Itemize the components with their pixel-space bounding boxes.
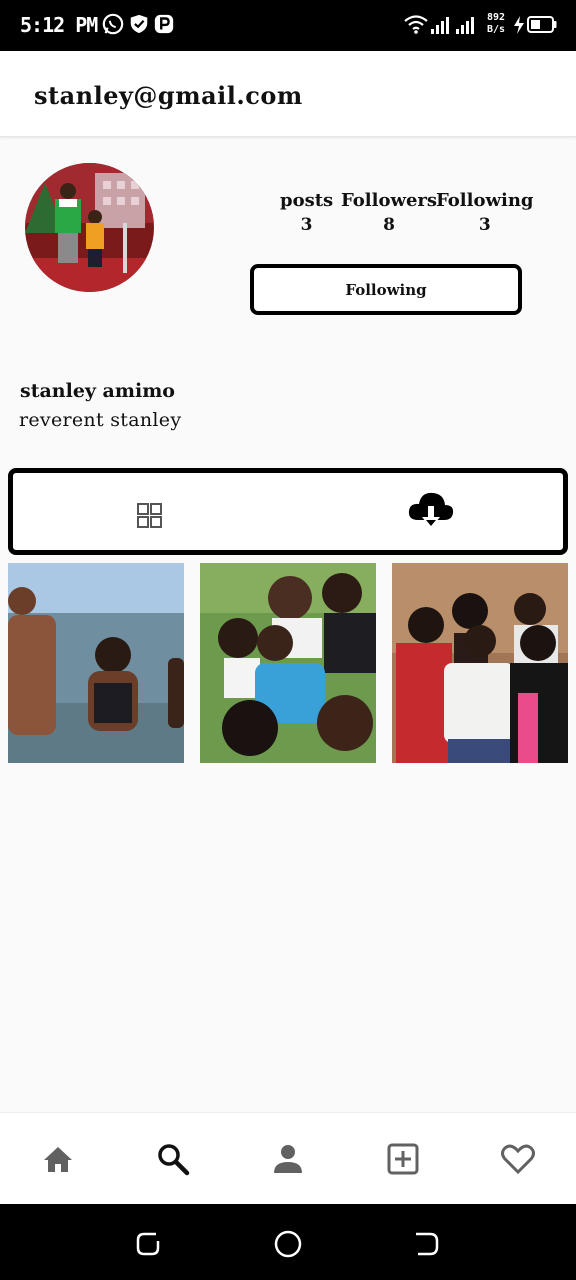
avatar-photo — [25, 163, 154, 292]
stat-followers[interactable]: Followers 8 — [341, 190, 437, 238]
home-icon[interactable] — [40, 1141, 76, 1177]
family-photo — [392, 563, 568, 763]
status-time: 5:12 PM — [20, 13, 98, 37]
person-icon[interactable] — [270, 1141, 306, 1177]
stat-following[interactable]: Following 3 — [436, 190, 534, 238]
search-icon[interactable] — [155, 1141, 191, 1177]
stat-posts[interactable]: posts 3 — [280, 190, 333, 238]
signal-icon — [456, 17, 474, 34]
home-circle-icon[interactable] — [273, 1229, 303, 1259]
profile-bio: reverent stanley — [19, 409, 182, 431]
whatsapp-icon — [102, 13, 124, 35]
speed-value: 892 — [486, 12, 506, 23]
battery-icon — [527, 16, 557, 33]
wifi-icon — [404, 15, 428, 34]
post-thumbnail[interactable] — [392, 563, 568, 763]
following-button[interactable]: Following — [250, 264, 522, 315]
post-thumbnail[interactable] — [200, 563, 376, 763]
beach-photo — [8, 563, 184, 763]
status-bar: 5:12 PM 892 B/s — [0, 0, 576, 51]
profile-tabs — [8, 468, 568, 555]
grid-icon[interactable] — [135, 501, 165, 531]
avatar[interactable] — [25, 163, 154, 292]
stat-value: 3 — [478, 215, 491, 235]
system-nav-bar — [0, 1204, 576, 1280]
stat-value: 8 — [383, 215, 395, 235]
stat-value: 3 — [300, 215, 313, 235]
heart-icon[interactable] — [500, 1141, 536, 1177]
stat-label: posts — [280, 190, 334, 211]
add-box-icon[interactable] — [385, 1141, 421, 1177]
bolt-icon — [514, 16, 524, 34]
post-thumbnail[interactable] — [8, 563, 184, 763]
network-speed: 892 B/s — [484, 12, 508, 36]
profile-name: stanley amimo — [20, 380, 175, 402]
p-icon — [154, 14, 174, 34]
speed-unit: B/s — [486, 24, 506, 35]
cloud-download-icon[interactable] — [406, 486, 456, 536]
bottom-nav — [0, 1112, 576, 1204]
shield-icon — [130, 14, 148, 34]
signal-icon — [431, 17, 449, 34]
app-header: stanley@gmail.com — [0, 51, 576, 137]
group-selfie-photo — [200, 563, 376, 763]
stat-label: Following — [436, 190, 534, 211]
back-icon[interactable] — [412, 1229, 442, 1259]
page-title: stanley@gmail.com — [34, 81, 303, 110]
stat-label: Followers — [341, 190, 438, 211]
recent-apps-icon[interactable] — [134, 1229, 164, 1259]
